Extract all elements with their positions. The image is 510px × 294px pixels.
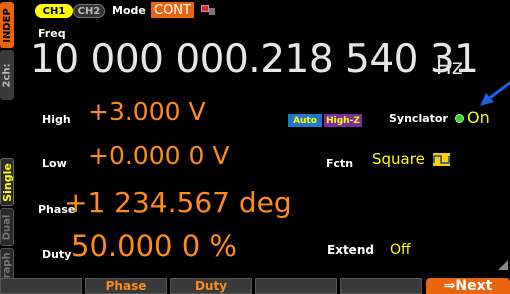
extend-value[interactable]: Off	[390, 242, 411, 258]
tab-dual[interactable]: Dual	[0, 208, 14, 246]
corner-scroll-icon	[498, 260, 508, 270]
softkey-1[interactable]	[0, 278, 82, 294]
channel-1-button[interactable]: CH1	[35, 4, 73, 18]
function-label: Fctn	[326, 157, 354, 170]
synclator-led-icon	[455, 114, 464, 123]
low-value[interactable]: +0.000 0 V	[88, 141, 229, 170]
extend-label: Extend	[327, 243, 374, 257]
tab-indep[interactable]: INDEP	[0, 2, 14, 48]
freq-value[interactable]: 10 000 000.218 540 31	[30, 36, 479, 84]
tab-single[interactable]: Single	[0, 158, 14, 206]
freq-unit: Hz	[436, 55, 463, 79]
pointer-arrow-icon	[480, 80, 510, 106]
function-generator-screen: INDEP 2ch: Single Dual Graph CH1 CH2 Mod…	[0, 0, 510, 294]
tab-single-label: Single	[0, 162, 14, 202]
softkey-5[interactable]	[340, 278, 422, 294]
high-label: High	[42, 113, 71, 126]
softkey-4[interactable]	[255, 278, 337, 294]
softkey-phase[interactable]: Phase	[85, 278, 167, 294]
synclator-value[interactable]: On	[467, 108, 490, 127]
output-status-icon-front	[201, 5, 209, 12]
tab-2ch[interactable]: 2ch:	[0, 50, 14, 100]
high-value[interactable]: +3.000 V	[88, 97, 206, 126]
low-label: Low	[42, 157, 67, 170]
duty-label: Duty	[42, 248, 72, 261]
softkey-bar: Phase Duty ⇒Next	[0, 278, 510, 294]
synclator-label: Synclator	[389, 112, 448, 125]
tab-indep-label: INDEP	[1, 7, 13, 43]
high-z-badge: High-Z	[324, 114, 362, 127]
phase-value[interactable]: +1 234.567 deg	[64, 186, 292, 219]
square-wave-icon	[433, 153, 450, 166]
auto-badge: Auto	[288, 114, 322, 127]
duty-value[interactable]: 50.000 0 %	[71, 229, 237, 263]
mode-value[interactable]: CONT	[151, 2, 194, 18]
tab-2ch-label: 2ch:	[1, 62, 13, 88]
output-status-icon	[201, 5, 215, 15]
softkey-duty[interactable]: Duty	[170, 278, 252, 294]
mode-label: Mode	[112, 4, 146, 17]
next-button[interactable]: ⇒Next	[426, 278, 510, 294]
tab-dual-label: Dual	[1, 214, 13, 240]
output-status-icon-back	[209, 8, 215, 15]
function-value[interactable]: Square	[372, 150, 425, 168]
channel-2-button[interactable]: CH2	[73, 4, 105, 18]
